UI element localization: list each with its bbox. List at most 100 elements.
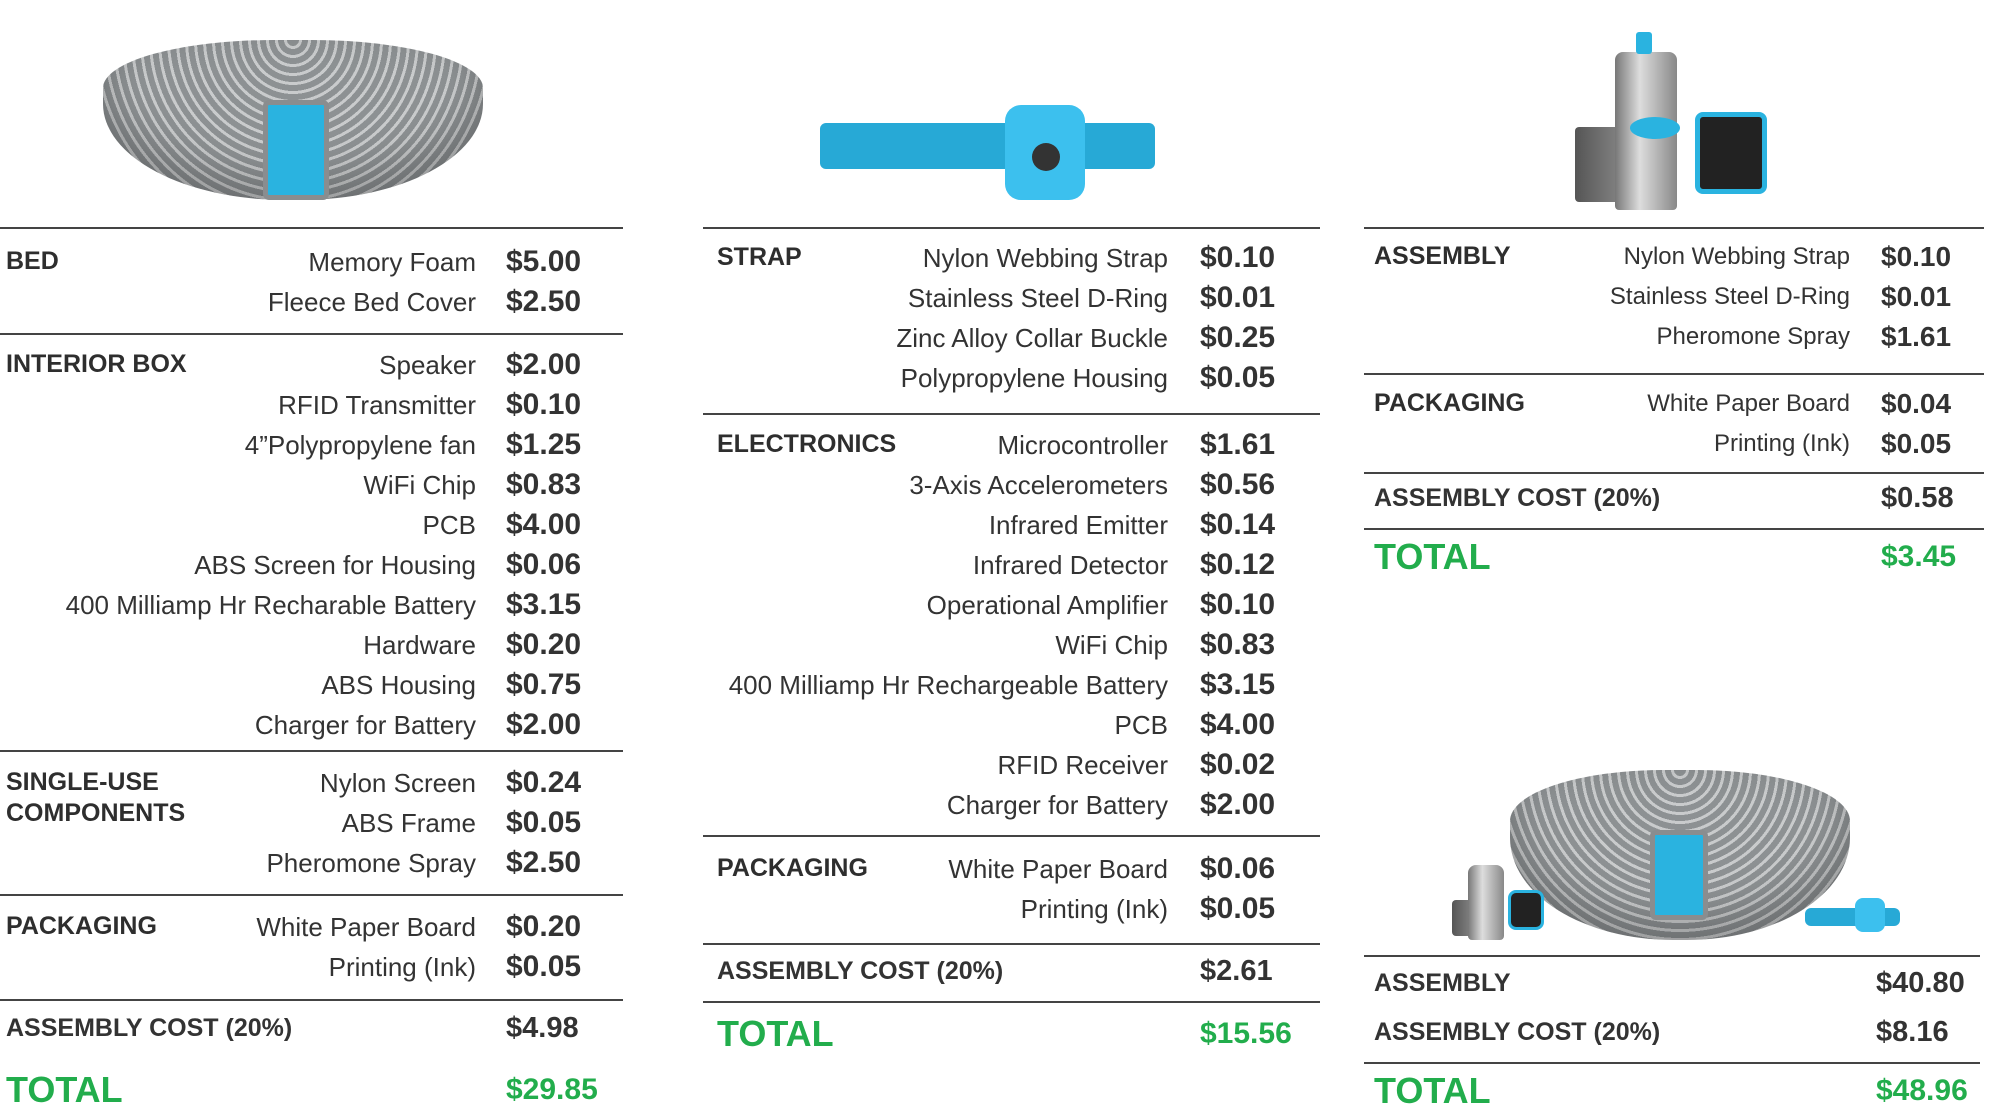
item-price: $0.05 [506,950,582,983]
item-name: Microcontroller [997,430,1169,460]
assembly-cost-value: $2.61 [1200,955,1273,987]
total-value: $3.45 [1881,540,1957,573]
cost-row: 400 Milliamp Hr Rechargeable Battery $3.1… [717,665,1317,705]
item-name: 3-Axis Accelerometers [909,470,1168,500]
cost-row: ABS Screen for Housing $0.06 [6,545,626,585]
bed-total: TOTAL $29.85 [6,1070,626,1110]
cost-row: RFID Transmitter $0.10 [6,385,626,425]
cost-row: Pheromone Spray $1.61 [1374,317,1984,357]
divider [1364,472,1984,474]
item-name: Nylon Webbing Strap [1623,243,1850,270]
item-name: Charger for Battery [254,710,476,740]
cost-row: Nylon Webbing Strap $0.10 [1374,237,1984,277]
item-name: 400 Milliamp Hr Rechargeable Battery [728,670,1168,700]
item-price: $0.05 [506,806,582,839]
divider [703,835,1320,837]
item-name: PCB [422,510,476,540]
item-price: $0.06 [1200,852,1276,885]
item-price: $0.10 [506,388,582,421]
item-name: Zinc Alloy Collar Buckle [896,323,1168,353]
cost-row: Stainless Steel D-Ring $0.01 [717,278,1317,318]
cost-row: Fleece Bed Cover $2.50 [6,282,626,322]
spray-total: TOTAL $3.45 [1374,537,1984,577]
item-name: 400 Milliamp Hr Recharable Battery [65,590,476,620]
item-price: $0.10 [1881,241,1952,272]
total-label: TOTAL [6,1069,123,1110]
item-price: $0.01 [1881,281,1952,312]
item-price: $0.20 [506,628,582,661]
item-price: $2.00 [506,348,582,381]
assembly-label: ASSEMBLY [1374,969,1511,997]
item-price: $2.00 [506,708,582,741]
item-price: $0.75 [506,668,582,701]
item-price: $0.06 [506,548,582,581]
cost-row: 400 Milliamp Hr Recharable Battery $3.15 [6,585,626,625]
single-use-section: SINGLE-USE COMPONENTS Nylon Screen $0.24 AB… [6,763,626,883]
cost-row: White Paper Board $0.20 [6,907,626,947]
item-name: Nylon Webbing Strap [922,243,1168,273]
dog-bed-image [103,40,483,200]
cost-row: White Paper Board $0.06 [717,849,1317,889]
item-price: $0.20 [506,910,582,943]
assembly-value: $40.80 [1876,967,1965,999]
cost-row: Polypropylene Housing $0.05 [717,358,1317,398]
cost-row: 4”Polypropylene fan $1.25 [6,425,626,465]
cost-row: Printing (Ink) $0.05 [717,889,1317,929]
item-price: $3.15 [1200,668,1276,701]
item-name: RFID Receiver [997,750,1168,780]
cost-row: 3-Axis Accelerometers $0.56 [717,465,1317,505]
divider [1364,373,1984,375]
item-price: $0.83 [506,468,582,501]
item-name: Pheromone Spray [1656,323,1850,350]
item-price: $1.61 [1881,321,1952,352]
bed-packaging-section: PACKAGING White Paper Board $0.20 Printing … [6,907,626,987]
item-name: ABS Housing [321,670,476,700]
item-price: $0.24 [506,766,582,799]
divider [1364,227,1984,229]
cost-row: Infrared Emitter $0.14 [717,505,1317,545]
divider [0,750,623,752]
divider [703,1001,1320,1003]
item-name: Speaker [379,350,476,380]
item-price: $4.00 [506,508,582,541]
cost-row: White Paper Board $0.04 [1374,384,1984,424]
cost-row: Printing (Ink) $0.05 [1374,424,1984,464]
item-price: $3.15 [506,588,582,621]
item-name: Infrared Emitter [988,510,1168,540]
item-name: Pheromone Spray [266,848,476,878]
cost-row: PCB $4.00 [6,505,626,545]
cost-row: Zinc Alloy Collar Buckle $0.25 [717,318,1317,358]
divider [0,999,623,1001]
item-price: $0.05 [1200,892,1276,925]
cost-row: ABS Frame $0.05 [6,803,626,843]
item-price: $0.10 [1200,241,1276,274]
item-price: $0.14 [1200,508,1276,541]
total-value: $48.96 [1876,1074,1968,1107]
item-price: $0.12 [1200,548,1276,581]
divider [703,227,1320,229]
cost-row: Nylon Screen $0.24 [6,763,626,803]
summary-assembly: ASSEMBLY $40.80 [1374,963,1984,1003]
item-name: White Paper Board [256,912,476,942]
item-price: $0.04 [1881,388,1952,419]
item-name: Polypropylene Housing [900,363,1168,393]
item-price: $0.05 [1881,428,1952,459]
item-name: Printing (Ink) [1713,430,1850,457]
electronics-section: ELECTRONICS Microcontroller $1.61 3-Axis Ac… [717,425,1317,825]
item-name: WiFi Chip [363,470,476,500]
cost-row: Memory Foam $5.00 [6,242,626,282]
item-name: Operational Amplifier [926,590,1168,620]
cost-row: Hardware $0.20 [6,625,626,665]
collar-image [820,105,1155,205]
divider [1364,1062,1980,1064]
item-price: $0.56 [1200,468,1276,501]
cost-row: Microcontroller $1.61 [717,425,1317,465]
item-price: $2.50 [506,846,582,879]
item-name: ABS Screen for Housing [194,550,476,580]
cost-row: WiFi Chip $0.83 [6,465,626,505]
cost-row: WiFi Chip $0.83 [717,625,1317,665]
cost-row: ABS Housing $0.75 [6,665,626,705]
item-name: PCB [1114,710,1168,740]
item-price: $0.02 [1200,748,1276,781]
cost-row: Charger for Battery $2.00 [717,785,1317,825]
